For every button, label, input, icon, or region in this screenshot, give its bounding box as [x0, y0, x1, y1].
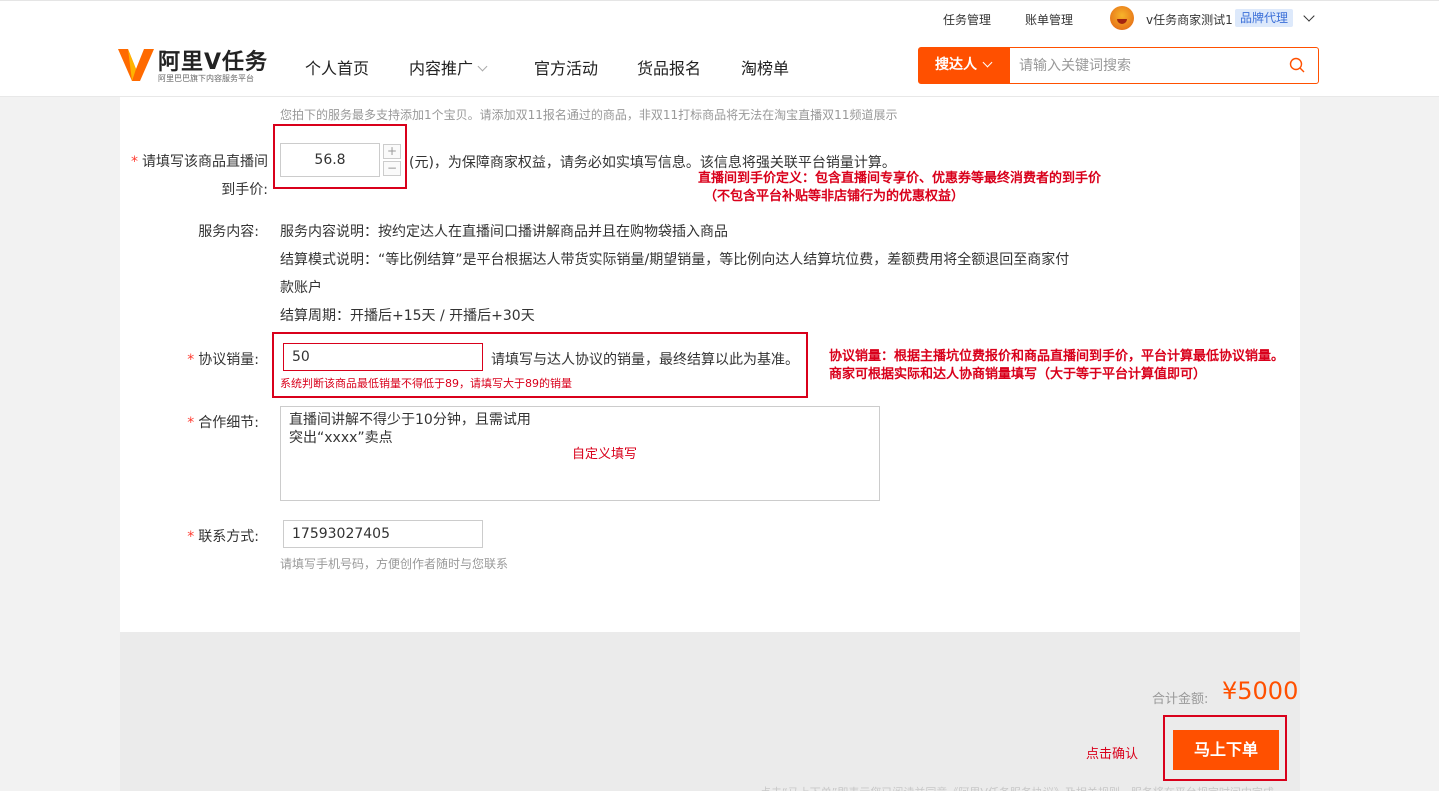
price-label: * 请填写该商品直播间 到手价: — [128, 148, 268, 204]
price-annotation-line2: （不包含平台补贴等非店铺行为的优惠权益） — [704, 189, 965, 204]
chevron-down-icon — [477, 61, 488, 72]
settlement-mode-description-cont: 款账户 — [280, 280, 322, 296]
service-description: 服务内容说明：按约定达人在直播间口播讲解商品并且在购物袋插入商品 — [280, 224, 728, 240]
search-type-label: 搜达人 — [935, 57, 977, 73]
price-annotation-line1: 直播间到手价定义：包含直播间专享价、优惠券等最终消费者的到手价 — [698, 171, 1102, 186]
nav-item-taobao-ranking[interactable]: 淘榜单 — [741, 55, 789, 79]
avatar[interactable] — [1110, 6, 1134, 30]
detail-label-text: 合作细节: — [198, 415, 259, 431]
nav-item-home[interactable]: 个人首页 — [305, 55, 369, 79]
chevron-down-icon[interactable] — [1303, 10, 1315, 22]
search-icon[interactable] — [1289, 57, 1305, 73]
nav-item-official-activities[interactable]: 官方活动 — [534, 55, 598, 79]
quantity-definition-annotation: 协议销量：根据主播坑位费报价和商品直播间到手价，平台计算最低协议销量。 商家可根… — [829, 348, 1284, 384]
detail-label: * 合作细节: — [128, 412, 259, 432]
total-label: 合计金额: — [1152, 692, 1209, 707]
live-price-input[interactable] — [280, 143, 380, 177]
price-definition-annotation: 直播间到手价定义：包含直播间专享价、优惠券等最终消费者的到手价 （不包含平台补贴… — [698, 170, 1101, 206]
place-order-button[interactable]: 马上下单 — [1173, 730, 1279, 770]
total-amount: ¥5000 — [1222, 677, 1299, 705]
chevron-down-icon — [982, 57, 993, 68]
brand-agent-badge: 品牌代理 — [1235, 9, 1294, 27]
price-increment-button[interactable]: + — [383, 144, 401, 159]
quantity-annotation-line1: 协议销量：根据主播坑位费报价和商品直播间到手价，平台计算最低协议销量。 — [829, 349, 1285, 364]
quantity-hint: 请填写与达人协议的销量，最终结算以此为基准。 — [491, 352, 799, 368]
logo-title[interactable]: 阿里V任务 — [158, 44, 268, 76]
product-limit-tip: 您拍下的服务最多支持添加1个宝贝。请添加双11报名通过的商品，非双11打标商品将… — [280, 108, 898, 122]
search-input[interactable] — [1011, 48, 1281, 83]
agreement-note: 点击“马上下单”即表示您已阅读并同意《阿里V任务服务协议》及相关规则，服务将在平… — [760, 784, 1280, 791]
settlement-mode-description: 结算模式说明：“等比例结算”是平台根据达人带货实际销量/期望销量，等比例向达人结… — [280, 252, 1070, 268]
quantity-annotation-line2: 商家可根据实际和达人协商销量填写（大于等于平台计算值即可） — [829, 367, 1207, 382]
nav-item-label: 内容推广 — [409, 59, 474, 78]
phone-hint: 请填写手机号码，方便创作者随时与您联系 — [280, 557, 509, 571]
contact-label-text: 联系方式: — [198, 529, 259, 545]
order-footer — [120, 632, 1300, 791]
price-label-line1: 请填写该商品直播间 — [142, 154, 268, 170]
quantity-error-message: 系统判断该商品最低销量不得低于89，请填写大于89的销量 — [280, 377, 572, 390]
nav-item-content-promotion[interactable]: 内容推广 — [409, 55, 488, 79]
quantity-label-text: 协议销量: — [198, 352, 259, 368]
topbar-task-management-link[interactable]: 任务管理 — [943, 11, 991, 28]
required-mark: * — [187, 352, 195, 368]
user-name[interactable]: v任务商家测试1 — [1146, 11, 1233, 28]
phone-input[interactable] — [283, 520, 483, 548]
settlement-cycle: 结算周期：开播后+15天 / 开播后+30天 — [280, 308, 535, 324]
topbar-bill-management-link[interactable]: 账单管理 — [1025, 11, 1073, 28]
required-mark: * — [131, 154, 138, 170]
price-decrement-button[interactable]: − — [383, 161, 401, 176]
logo-subtitle: 阿里巴巴旗下内容服务平台 — [158, 74, 254, 83]
contact-label: * 联系方式: — [128, 526, 259, 546]
detail-line: 直播间讲解不得少于10分钟，且需试用 — [289, 412, 531, 428]
required-mark: * — [187, 415, 195, 431]
logo-icon[interactable] — [118, 47, 154, 81]
quantity-label: * 协议销量: — [128, 349, 259, 369]
required-mark: * — [187, 529, 195, 545]
service-label: 服务内容: — [198, 224, 259, 240]
nav-item-goods-registration[interactable]: 货品报名 — [637, 55, 701, 79]
search-box: 搜达人 — [918, 47, 1319, 84]
price-suffix-text: (元)，为保障商家权益，请务必如实填写信息。该信息将强关联平台销量计算。 — [409, 155, 896, 171]
price-label-line2: 到手价: — [221, 182, 268, 198]
site-header: 任务管理 账单管理 v任务商家测试1 品牌代理 阿里V任务 阿里巴巴旗下内容服务… — [0, 0, 1439, 97]
agreed-quantity-input[interactable] — [283, 343, 483, 371]
custom-fill-annotation: 自定义填写 — [572, 447, 638, 462]
search-type-dropdown[interactable]: 搜达人 — [919, 48, 1010, 83]
confirm-annotation: 点击确认 — [1086, 747, 1139, 762]
